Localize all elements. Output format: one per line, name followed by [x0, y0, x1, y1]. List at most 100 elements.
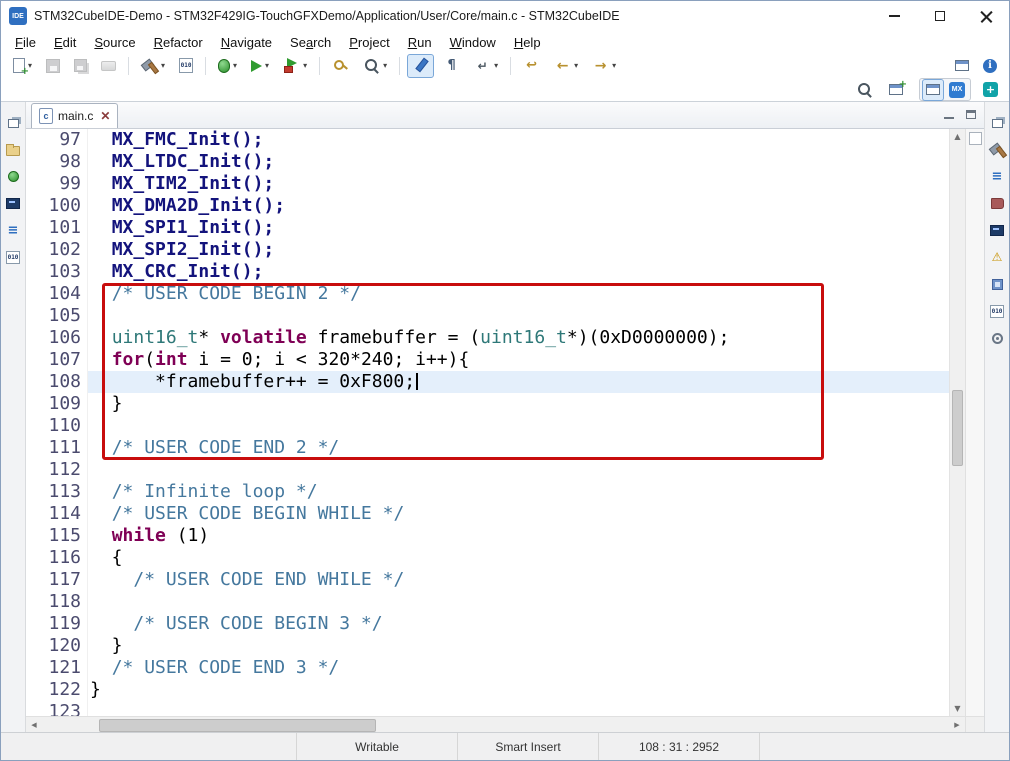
device-console-view-button[interactable] [987, 220, 1008, 240]
overview-ruler-header-icon[interactable] [969, 132, 982, 145]
scroll-left-icon[interactable]: ◀ [26, 717, 42, 732]
console-view-button[interactable] [3, 193, 24, 213]
run-button[interactable]: ▾ [246, 54, 274, 78]
sfrs-view-button[interactable] [987, 274, 1008, 294]
menu-edit[interactable]: Edit [45, 33, 85, 52]
code-line-103[interactable]: 103 MX_CRC_Init(); [26, 261, 949, 283]
line-number: 101 [26, 217, 88, 239]
minimize-button[interactable] [871, 1, 917, 31]
code-line-120[interactable]: 120 } [26, 635, 949, 657]
titlebar[interactable]: IDE STM32CubeIDE-Demo - STM32F429IG-Touc… [1, 1, 1009, 31]
horizontal-scrollbar[interactable]: ◀ ▶ [26, 716, 984, 732]
build-targets-view-icon [989, 141, 1006, 158]
code-editor[interactable]: 97 MX_FMC_Init();98 MX_LTDC_Init();99 MX… [26, 129, 984, 716]
code-line-99[interactable]: 99 MX_TIM2_Init(); [26, 173, 949, 195]
open-new-window-button[interactable] [950, 54, 974, 78]
toolbar-separator [399, 57, 400, 75]
code-line-113[interactable]: 113 /* Infinite loop */ [26, 481, 949, 503]
dropdown-arrow-icon: ▾ [612, 61, 616, 70]
main-area: ≡ 010 c main.c ✕ 97 MX_FMC_Init();98 MX_L… [1, 102, 1009, 732]
code-line-109[interactable]: 109 } [26, 393, 949, 415]
code-line-104[interactable]: 104 /* USER CODE BEGIN 2 */ [26, 283, 949, 305]
open-perspective-button[interactable] [885, 79, 907, 101]
code-line-102[interactable]: 102 MX_SPI2_Init(); [26, 239, 949, 261]
code-line-105[interactable]: 105 [26, 305, 949, 327]
show-whitespace-button[interactable]: ¶ [438, 54, 465, 78]
open-element-button[interactable] [327, 54, 354, 78]
quick-search-button[interactable] [852, 79, 877, 101]
menu-search[interactable]: Search [281, 33, 340, 52]
forward-button[interactable]: →▾ [587, 54, 621, 78]
menu-help[interactable]: Help [505, 33, 550, 52]
memory-view-button[interactable]: 010 [3, 247, 24, 267]
cubemx-perspective-button[interactable]: MX [945, 79, 969, 101]
vertical-scroll-thumb[interactable] [952, 390, 963, 466]
menu-window[interactable]: Window [441, 33, 505, 52]
minimize-editor-icon[interactable] [944, 117, 954, 119]
search-button[interactable]: ▾ [358, 54, 392, 78]
code-line-115[interactable]: 115 while (1) [26, 525, 949, 547]
code-line-107[interactable]: 107 for(int i = 0; i < 320*240; i++){ [26, 349, 949, 371]
code-line-121[interactable]: 121 /* USER CODE END 3 */ [26, 657, 949, 679]
build-targets-view-button[interactable] [987, 139, 1008, 159]
code-line-112[interactable]: 112 [26, 459, 949, 481]
cpp-perspective-button[interactable] [922, 79, 944, 101]
code-line-111[interactable]: 111 /* USER CODE END 2 */ [26, 437, 949, 459]
debug-view-button[interactable] [3, 166, 24, 186]
code-line-110[interactable]: 110 [26, 415, 949, 437]
toggle-word-wrap-button[interactable]: ↵▾ [469, 54, 503, 78]
restore-left-views-button[interactable] [3, 112, 24, 132]
information-center-button[interactable]: i [978, 54, 1002, 78]
horizontal-scroll-thumb[interactable] [99, 719, 376, 732]
outline-view-button[interactable]: ≡ [987, 166, 1008, 186]
scroll-up-icon[interactable]: ▲ [950, 129, 965, 144]
code-line-122[interactable]: 122} [26, 679, 949, 701]
debug-view-icon [8, 171, 19, 182]
vertical-scrollbar[interactable]: ▲ ▼ [949, 129, 965, 716]
toggle-mark-occurrences-button[interactable] [407, 54, 434, 78]
menu-run[interactable]: Run [399, 33, 441, 52]
code-line-97[interactable]: 97 MX_FMC_Init(); [26, 129, 949, 151]
code-line-98[interactable]: 98 MX_LTDC_Init(); [26, 151, 949, 173]
code-line-118[interactable]: 118 [26, 591, 949, 613]
tab-label: main.c [58, 109, 93, 123]
last-edit-location-button[interactable]: ↩ [518, 54, 545, 78]
code-line-123[interactable]: 123 [26, 701, 949, 716]
code-line-101[interactable]: 101 MX_SPI1_Init(); [26, 217, 949, 239]
code-line-117[interactable]: 117 /* USER CODE END WHILE */ [26, 569, 949, 591]
new-button[interactable]: ▾ [8, 54, 37, 78]
scroll-right-icon[interactable]: ▶ [949, 717, 965, 732]
debug-button[interactable]: ▾ [213, 54, 242, 78]
code-line-108[interactable]: 108 *framebuffer++ = 0xF800; [26, 371, 949, 393]
generate-code-button[interactable]: 010 [174, 54, 198, 78]
close-button[interactable] [963, 1, 1009, 31]
restore-right-views-button[interactable] [987, 112, 1008, 132]
build-all-button[interactable]: ▾ [136, 54, 170, 78]
menu-navigate[interactable]: Navigate [212, 33, 281, 52]
code-line-106[interactable]: 106 uint16_t* volatile framebuffer = (ui… [26, 327, 949, 349]
line-number: 105 [26, 305, 88, 327]
menu-source[interactable]: Source [85, 33, 144, 52]
code-line-100[interactable]: 100 MX_DMA2D_Init(); [26, 195, 949, 217]
static-stack-analyzer-view-button[interactable] [987, 328, 1008, 348]
memory-details-view-button[interactable]: 010 [987, 301, 1008, 321]
menu-project[interactable]: Project [340, 33, 398, 52]
code-line-114[interactable]: 114 /* USER CODE BEGIN WHILE */ [26, 503, 949, 525]
tab-close-icon[interactable]: ✕ [100, 109, 110, 123]
project-explorer-view-button[interactable] [3, 139, 24, 159]
back-button[interactable]: ←▾ [549, 54, 583, 78]
maximize-editor-icon[interactable] [966, 110, 976, 119]
menu-file[interactable]: File [6, 33, 45, 52]
touchgfx-perspective-button[interactable]: + [979, 79, 1002, 101]
dropdown-arrow-icon: ▾ [265, 61, 269, 70]
problems-view-button[interactable]: ⚠ [987, 247, 1008, 267]
menu-refactor[interactable]: Refactor [145, 33, 212, 52]
external-tools-button[interactable]: ▾ [278, 54, 312, 78]
tab-main-c[interactable]: c main.c ✕ [31, 103, 118, 128]
registers-view-button[interactable]: ≡ [3, 220, 24, 240]
scroll-down-icon[interactable]: ▼ [950, 701, 965, 716]
code-line-116[interactable]: 116 { [26, 547, 949, 569]
code-line-119[interactable]: 119 /* USER CODE BEGIN 3 */ [26, 613, 949, 635]
documents-view-button[interactable] [987, 193, 1008, 213]
maximize-button[interactable] [917, 1, 963, 31]
